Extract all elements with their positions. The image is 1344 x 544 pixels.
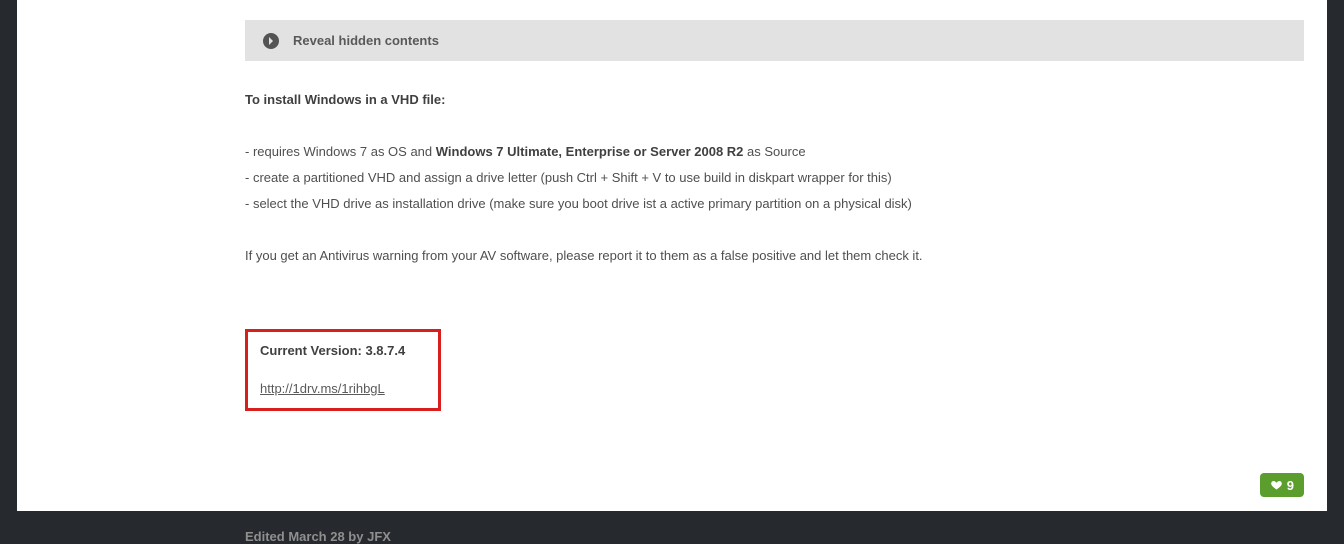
text: as Source (743, 144, 805, 159)
spoiler-label: Reveal hidden contents (293, 33, 439, 48)
heart-icon (1270, 479, 1283, 491)
chevron-right-circle-icon (263, 33, 279, 49)
post-body: To install Windows in a VHD file: - requ… (245, 87, 1304, 269)
requirement-line-1: - requires Windows 7 as OS and Windows 7… (245, 139, 1304, 165)
text: - requires Windows 7 as OS and (245, 144, 436, 159)
current-version-highlight: Current Version: 3.8.7.4 http://1drv.ms/… (245, 329, 441, 411)
antivirus-note: If you get an Antivirus warning from you… (245, 243, 1304, 269)
current-version-text: Current Version: 3.8.7.4 (260, 342, 426, 360)
install-heading: To install Windows in a VHD file: (245, 87, 1304, 113)
like-button[interactable]: 9 (1260, 473, 1304, 497)
requirement-line-2: - create a partitioned VHD and assign a … (245, 165, 1304, 191)
text-bold: Windows 7 Ultimate, Enterprise or Server… (436, 144, 744, 159)
like-count: 9 (1287, 478, 1294, 493)
download-link[interactable]: http://1drv.ms/1rihbgL (260, 381, 385, 396)
spoiler-toggle[interactable]: Reveal hidden contents (245, 20, 1304, 61)
edited-note: Edited March 28 by JFX (245, 529, 1304, 544)
requirement-line-3: - select the VHD drive as installation d… (245, 191, 1304, 217)
